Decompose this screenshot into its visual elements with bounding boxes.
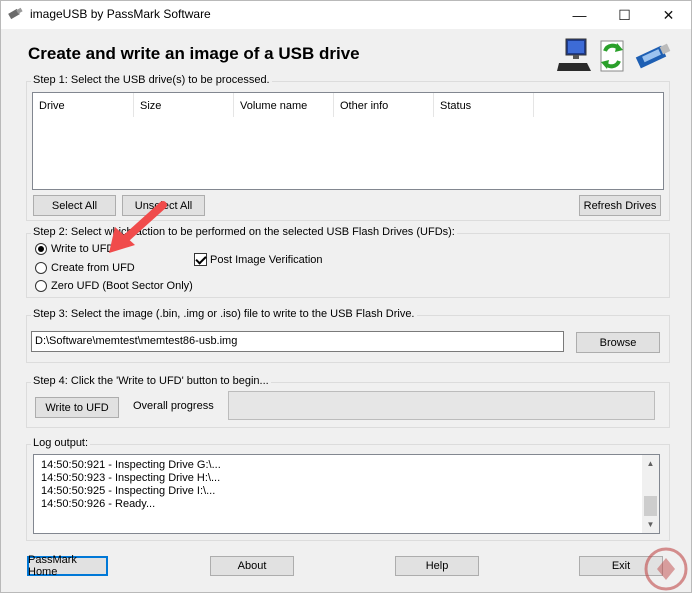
column-size[interactable]: Size: [134, 93, 234, 117]
column-drive[interactable]: Drive: [33, 93, 134, 117]
browse-button[interactable]: Browse: [576, 332, 660, 353]
drive-list-header: Drive Size Volume name Other info Status: [33, 93, 663, 117]
log-output[interactable]: 14:50:50:921 - Inspecting Drive G:\... 1…: [33, 454, 660, 534]
scroll-up-icon[interactable]: ▲: [642, 455, 659, 472]
page-heading: Create and write an image of a USB drive: [28, 44, 360, 63]
help-button[interactable]: Help: [395, 556, 479, 576]
red-arrow-annotation: [109, 201, 167, 253]
maximize-icon: ☐: [618, 6, 631, 23]
post-image-verification-checkbox[interactable]: Post Image Verification: [194, 253, 323, 266]
minimize-icon: —: [572, 7, 587, 23]
header-icons: [557, 38, 671, 72]
scroll-thumb[interactable]: [644, 496, 657, 516]
title-bar: imageUSB by PassMark Software — ☐ ✕: [1, 1, 691, 29]
about-button[interactable]: About: [210, 556, 294, 576]
radio-button[interactable]: [35, 280, 47, 292]
minimize-button[interactable]: —: [557, 1, 602, 29]
radio-zero-ufd[interactable]: Zero UFD (Boot Sector Only): [35, 280, 193, 292]
overall-progress-bar: [228, 391, 655, 420]
log-lines: 14:50:50:921 - Inspecting Drive G:\... 1…: [41, 459, 221, 511]
select-all-button[interactable]: Select All: [33, 195, 116, 216]
radio-button[interactable]: [35, 243, 47, 255]
radio-write-to-ufd[interactable]: Write to UFD: [35, 243, 114, 255]
log-line: 14:50:50:921 - Inspecting Drive G:\...: [41, 459, 221, 471]
passmark-home-button[interactable]: PassMark Home: [27, 554, 108, 578]
drive-list[interactable]: Drive Size Volume name Other info Status: [32, 92, 664, 190]
log-line: 14:50:50:926 - Ready...: [41, 498, 156, 510]
close-button[interactable]: ✕: [646, 1, 691, 29]
usb-drive-icon: [635, 43, 671, 69]
log-line: 14:50:50:923 - Inspecting Drive H:\...: [41, 472, 221, 484]
column-other-info[interactable]: Other info: [334, 93, 434, 117]
column-volume-name[interactable]: Volume name: [234, 93, 334, 117]
maximize-button[interactable]: ☐: [602, 1, 647, 29]
checkbox-label: Post Image Verification: [210, 253, 323, 266]
window-title: imageUSB by PassMark Software: [30, 7, 211, 21]
overall-progress-label: Overall progress: [133, 400, 214, 412]
scroll-down-icon[interactable]: ▼: [642, 516, 659, 533]
column-status[interactable]: Status: [434, 93, 534, 117]
imageusb-window: imageUSB by PassMark Software — ☐ ✕ Crea…: [0, 0, 692, 593]
checkbox[interactable]: [194, 253, 207, 266]
step2-label: Step 2: Select which action to be perfor…: [31, 226, 457, 238]
computer-icon: [557, 38, 591, 71]
radio-button[interactable]: [35, 262, 47, 274]
log-label: Log output:: [31, 437, 91, 449]
step1-label: Step 1: Select the USB drive(s) to be pr…: [31, 74, 272, 86]
step4-label: Step 4: Click the 'Write to UFD' button …: [31, 375, 271, 387]
image-path-input[interactable]: D:\Software\memtest\memtest86-usb.img: [31, 331, 564, 352]
refresh-document-icon: [600, 40, 624, 72]
close-icon: ✕: [662, 6, 675, 23]
usb-app-icon: [8, 7, 23, 20]
log-line: 14:50:50:925 - Inspecting Drive I:\...: [41, 485, 216, 497]
step3-label: Step 3: Select the image (.bin, .img or …: [31, 308, 417, 320]
refresh-drives-button[interactable]: Refresh Drives: [579, 195, 661, 216]
radio-create-from-ufd[interactable]: Create from UFD: [35, 262, 135, 274]
radio-label: Zero UFD (Boot Sector Only): [51, 280, 193, 292]
write-to-ufd-button[interactable]: Write to UFD: [35, 397, 119, 418]
watermark-logo: [644, 547, 688, 591]
radio-label: Create from UFD: [51, 262, 135, 274]
log-scrollbar[interactable]: ▲ ▼: [642, 455, 659, 533]
